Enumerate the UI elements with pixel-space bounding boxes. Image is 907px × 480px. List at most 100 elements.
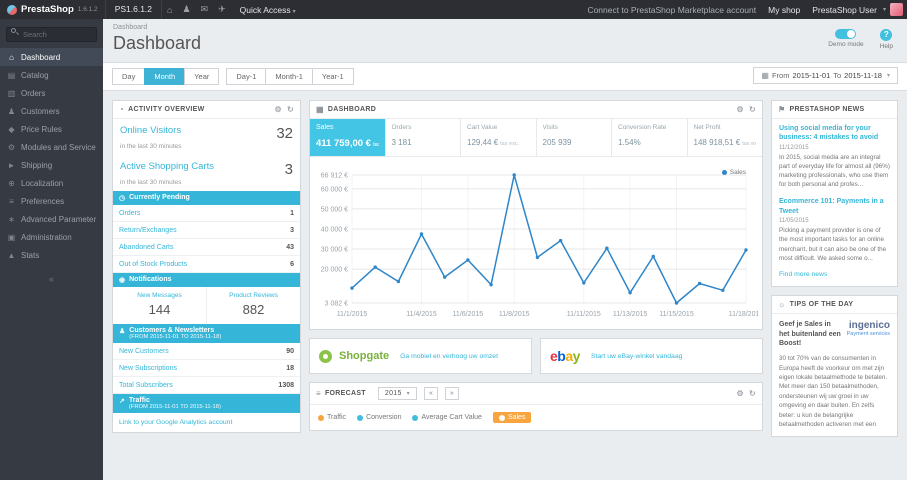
shopgate-promo[interactable]: Shopgate Ga mobiel en verhoog uw omzet: [309, 338, 532, 374]
sidebar-item-price-rules[interactable]: ◆ Price Rules: [0, 120, 103, 138]
traffic-header: ↗ Traffic (FROM 2015-11-01 TO 2015-11-18…: [113, 394, 300, 413]
find-more-news-link[interactable]: Find more news: [772, 266, 897, 286]
shop-name: PS1.6.1.2: [104, 0, 163, 19]
my-shop-link[interactable]: My shop: [768, 5, 800, 15]
panel-refresh-icon[interactable]: ↻: [749, 105, 756, 114]
dashboard-panel: ▦ Dashboard ⚙ ↻ Sales 411 759,00 €tax ex…: [309, 100, 763, 330]
notification-cell[interactable]: New Messages 144: [113, 287, 207, 324]
cell-label: New Messages: [137, 292, 182, 299]
sidebar-item-shipping[interactable]: ► Shipping: [0, 156, 103, 174]
sidebar-item-orders[interactable]: ▥ Orders: [0, 84, 103, 102]
kpi-tile[interactable]: Cart Value 129,44 € tax exc.: [461, 119, 537, 156]
kpi-tile[interactable]: Net Profit 148 918,51 €tax exc.: [688, 119, 763, 156]
panel-settings-icon[interactable]: ⚙: [737, 105, 744, 114]
sidebar-collapse-button[interactable]: «: [0, 264, 103, 294]
forecast-legend-item[interactable]: Conversion: [357, 414, 401, 421]
article-title-link[interactable]: Using social media for your business: 4 …: [779, 124, 890, 143]
prestashop-logo[interactable]: PrestaShop 1.6.1.2: [0, 4, 105, 15]
row-label: Abandoned Carts: [119, 243, 174, 251]
shopgate-link[interactable]: Ga mobiel en verhoog uw omzet: [400, 353, 522, 360]
sidebar-item-catalog[interactable]: ▤ Catalog: [0, 66, 103, 84]
article-title-link[interactable]: Ecommerce 101: Payments in a Tweet: [779, 197, 890, 216]
customers-row[interactable]: New Customers 90: [113, 343, 300, 360]
sidebar-item-dashboard[interactable]: ⌂ Dashboard: [0, 48, 103, 66]
row-label: New Customers: [119, 347, 169, 355]
kpi-tile[interactable]: Visits 205 939: [537, 119, 612, 156]
sidebar-item-label: Modules and Services: [21, 142, 96, 152]
help-icon[interactable]: ?: [880, 29, 893, 41]
date-range-picker[interactable]: ▦ From 2015-11-01 To 2015-11-18 ▾: [753, 67, 898, 84]
sidebar-item-stats[interactable]: ▲ Stats: [0, 246, 103, 264]
svg-text:20 000 €: 20 000 €: [321, 267, 348, 274]
customers-row[interactable]: New Subscriptions 18: [113, 360, 300, 377]
ebay-link[interactable]: Start uw eBay-winkel vandaag: [591, 353, 753, 360]
svg-text:11/8/2015: 11/8/2015: [499, 311, 530, 318]
panel-settings-icon[interactable]: ⚙: [737, 389, 744, 398]
sidebar-item-administration[interactable]: ▣ Administration: [0, 228, 103, 246]
sidebar-item-preferences[interactable]: ≡ Preferences: [0, 192, 103, 210]
notification-cell[interactable]: Product Reviews 882: [207, 287, 300, 324]
employees-icon[interactable]: ♟: [177, 4, 195, 15]
forecast-legend-item[interactable]: Average Cart Value: [412, 414, 482, 421]
quick-access-menu[interactable]: Quick Access ▾: [231, 5, 305, 15]
shop-icon[interactable]: ⌂: [162, 5, 177, 15]
panel-refresh-icon[interactable]: ↻: [287, 105, 294, 114]
customers-row[interactable]: Total Subscribers 1308: [113, 377, 300, 394]
user-menu[interactable]: PrestaShop User ▾: [812, 3, 907, 16]
forecast-legend-item[interactable]: Sales: [492, 412, 532, 423]
range-day-button[interactable]: Day: [112, 68, 146, 85]
range-month-1-button[interactable]: Month-1: [265, 68, 313, 85]
range-year-1-button[interactable]: Year-1: [311, 68, 354, 85]
row-label: Return/Exchanges: [119, 226, 177, 234]
sidebar-item-customers[interactable]: ♟ Customers: [0, 102, 103, 120]
row-value: 90: [286, 347, 294, 355]
pending-row[interactable]: Orders 1: [113, 205, 300, 222]
panel-refresh-icon[interactable]: ↻: [749, 389, 756, 398]
google-analytics-link[interactable]: Link to your Google Analytics account: [113, 413, 300, 432]
ebay-promo[interactable]: ebay Start uw eBay-winkel vandaag: [540, 338, 763, 374]
legend-dot-icon: [498, 414, 505, 421]
panel-settings-icon[interactable]: ⚙: [275, 105, 282, 114]
kpi-value: 1.54%: [618, 138, 641, 147]
sidebar-item-advanced-parameters[interactable]: ∗ Advanced Parameters: [0, 210, 103, 228]
activity-overview-panel: ◔ Activity overview ⚙ ↻ Online Visitors …: [112, 100, 301, 433]
panel-title: PrestaShop News: [789, 106, 865, 113]
legend-dot-icon: [721, 170, 727, 175]
svg-text:11/15/2015: 11/15/2015: [659, 311, 694, 318]
sidebar-search-input[interactable]: [6, 27, 97, 42]
range-day-1-button[interactable]: Day-1: [226, 68, 267, 85]
demo-mode-toggle[interactable]: [835, 29, 857, 39]
kpi-tile[interactable]: Sales 411 759,00 €tax exc.: [310, 119, 386, 156]
forecast-legend-item[interactable]: Traffic: [318, 414, 346, 421]
truck-icon: ►: [7, 160, 16, 170]
marketplace-link[interactable]: Connect to PrestaShop Marketplace accoun…: [587, 5, 756, 15]
kpi-label: Cart Value: [467, 124, 498, 131]
range-year-button[interactable]: Year: [184, 68, 220, 85]
date-to-value: 2015-11-18: [844, 71, 882, 80]
svg-text:11/11/2015: 11/11/2015: [567, 311, 601, 318]
pending-row[interactable]: Abandoned Carts 43: [113, 239, 300, 256]
legend-dot-icon: [357, 414, 364, 421]
pending-row[interactable]: Return/Exchanges 3: [113, 222, 300, 239]
messages-icon[interactable]: ✉: [196, 4, 214, 15]
notifications-header: ◉ Notifications: [113, 273, 300, 287]
sidebar-item-modules[interactable]: ⚙ Modules and Services: [0, 138, 103, 156]
cell-value: 144: [148, 302, 171, 317]
range-month-button[interactable]: Month: [144, 68, 186, 85]
user-name: PrestaShop User: [812, 4, 877, 15]
next-year-button[interactable]: »: [444, 387, 459, 400]
pending-rows: Orders 1 Return/Exchanges 3 Abandoned Ca…: [113, 205, 300, 273]
legend-label: Traffic: [327, 414, 347, 421]
sidebar-item-localization[interactable]: ⊕ Localization: [0, 174, 103, 192]
kpi-tile[interactable]: Conversion Rate 1.54%: [612, 119, 688, 156]
kpi-tile[interactable]: Orders 3 181: [386, 119, 461, 156]
pending-row[interactable]: Out of Stock Products 6: [113, 256, 300, 273]
prev-year-button[interactable]: «: [423, 387, 438, 400]
page-title: Dashboard: [113, 33, 202, 53]
sliders-icon: ≡: [9, 196, 14, 206]
online-visitors-link[interactable]: Online Visitors: [120, 125, 181, 136]
onboarding-rocket-icon[interactable]: ✈: [213, 4, 231, 15]
legend-label: Sales: [729, 169, 746, 176]
year-select[interactable]: 2015 ▾: [377, 387, 417, 400]
active-carts-link[interactable]: Active Shopping Carts: [120, 161, 214, 172]
